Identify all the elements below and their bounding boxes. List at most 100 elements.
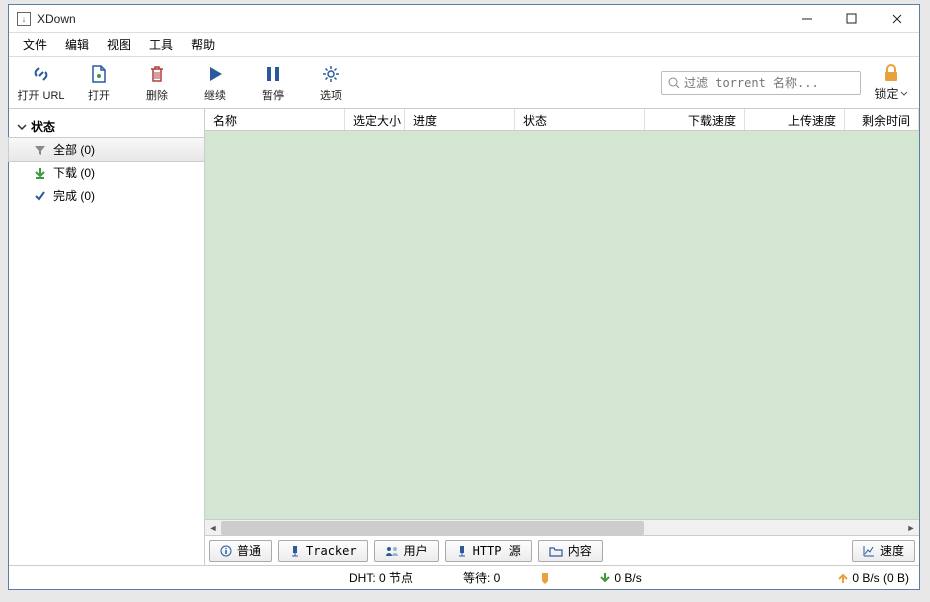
chevron-down-icon <box>17 122 27 132</box>
column-dl-speed[interactable]: 下载速度 <box>645 109 745 130</box>
sidebar-item-label: 完成 (0) <box>53 187 95 204</box>
lock-label: 锁定 <box>874 85 907 102</box>
app-icon: ↓ <box>17 12 31 26</box>
play-icon <box>206 63 224 85</box>
window-controls <box>784 5 919 33</box>
column-name[interactable]: 名称 <box>205 109 345 130</box>
download-icon <box>33 167 47 179</box>
sidebar-item-completed[interactable]: 完成 (0) <box>9 184 204 207</box>
sidebar-item-all[interactable]: 全部 (0) <box>8 137 205 162</box>
resume-label: 继续 <box>204 87 226 103</box>
filter-icon <box>33 144 47 156</box>
status-waiting: 等待: 0 <box>463 569 500 586</box>
horizontal-scrollbar[interactable]: ◄ ► <box>205 519 919 535</box>
gear-icon <box>321 63 341 85</box>
search-box[interactable] <box>661 71 861 95</box>
status-dht: DHT: 0 节点 <box>349 569 413 586</box>
sidebar-item-label: 全部 (0) <box>53 141 95 158</box>
users-icon <box>385 545 399 557</box>
column-status[interactable]: 状态 <box>515 109 645 130</box>
lock-icon <box>882 63 900 83</box>
http-icon <box>456 545 468 557</box>
search-icon <box>668 77 680 89</box>
open-url-label: 打开 URL <box>17 87 64 103</box>
options-label: 选项 <box>320 87 342 103</box>
menu-tools[interactable]: 工具 <box>141 33 181 56</box>
status-disk <box>540 571 550 585</box>
tab-http-label: HTTP 源 <box>473 542 521 559</box>
table-body[interactable] <box>205 131 919 519</box>
tab-content[interactable]: 内容 <box>538 540 603 562</box>
tab-content-label: 内容 <box>568 542 592 559</box>
content: 状态 全部 (0) 下载 (0) 完成 (0) <box>9 109 919 565</box>
delete-label: 删除 <box>146 87 168 103</box>
tab-general-label: 普通 <box>237 542 261 559</box>
toolbar: 打开 URL 打开 删除 继续 暂停 <box>9 57 919 109</box>
table-header: 名称 选定大小 进度 状态 下载速度 上传速度 剩余时间 <box>205 109 919 131</box>
trash-icon <box>148 63 166 85</box>
delete-button[interactable]: 删除 <box>133 60 181 106</box>
disk-icon <box>540 571 550 585</box>
menu-file[interactable]: 文件 <box>15 33 55 56</box>
tab-general[interactable]: 普通 <box>209 540 272 562</box>
close-icon <box>891 13 903 25</box>
pause-icon <box>264 63 282 85</box>
tab-http[interactable]: HTTP 源 <box>445 540 532 562</box>
column-ul-speed[interactable]: 上传速度 <box>745 109 845 130</box>
search-input[interactable] <box>684 76 854 90</box>
window-title: XDown <box>37 12 784 26</box>
open-url-button[interactable]: 打开 URL <box>17 60 65 106</box>
scroll-thumb[interactable] <box>221 521 644 535</box>
tab-peers-label: 用户 <box>404 542 428 559</box>
scroll-left-button[interactable]: ◄ <box>205 521 221 535</box>
lock-button[interactable]: 锁定 <box>871 60 911 106</box>
chevron-down-icon <box>900 91 908 97</box>
bottom-tabs: 普通 Tracker 用户 HTTP 源 内容 <box>205 535 919 565</box>
tab-tracker-label: Tracker <box>306 544 357 558</box>
menu-help[interactable]: 帮助 <box>183 33 223 56</box>
main-area: 名称 选定大小 进度 状态 下载速度 上传速度 剩余时间 ◄ ► 普通 <box>205 109 919 565</box>
status-download-speed: 0 B/s <box>600 571 641 585</box>
tab-peers[interactable]: 用户 <box>374 540 439 562</box>
app-window: ↓ XDown 文件 编辑 视图 工具 帮助 打开 URL <box>8 4 920 590</box>
folder-icon <box>549 545 563 557</box>
upload-arrow-icon <box>838 572 848 584</box>
sidebar-item-label: 下载 (0) <box>53 164 95 181</box>
pause-label: 暂停 <box>262 87 284 103</box>
menu-edit[interactable]: 编辑 <box>57 33 97 56</box>
statusbar: DHT: 0 节点 等待: 0 0 B/s 0 B/s (0 B) <box>9 565 919 589</box>
column-selected-size[interactable]: 选定大小 <box>345 109 405 130</box>
sidebar: 状态 全部 (0) 下载 (0) 完成 (0) <box>9 109 205 565</box>
options-button[interactable]: 选项 <box>307 60 355 106</box>
download-arrow-icon <box>600 572 610 584</box>
info-icon <box>220 545 232 557</box>
maximize-icon <box>846 13 857 24</box>
open-button[interactable]: 打开 <box>75 60 123 106</box>
pause-button[interactable]: 暂停 <box>249 60 297 106</box>
tab-speed[interactable]: 速度 <box>852 540 915 562</box>
sidebar-root-status[interactable]: 状态 <box>9 115 204 138</box>
scroll-track[interactable] <box>221 521 903 535</box>
status-upload-speed: 0 B/s (0 B) <box>838 571 909 585</box>
column-eta[interactable]: 剩余时间 <box>845 109 919 130</box>
sidebar-root-label: 状态 <box>31 118 55 135</box>
close-button[interactable] <box>874 5 919 33</box>
minimize-button[interactable] <box>784 5 829 33</box>
minimize-icon <box>801 13 813 25</box>
open-label: 打开 <box>88 87 110 103</box>
tracker-icon <box>289 545 301 557</box>
tab-speed-label: 速度 <box>880 542 904 559</box>
sidebar-item-downloading[interactable]: 下载 (0) <box>9 161 204 184</box>
menubar: 文件 编辑 视图 工具 帮助 <box>9 33 919 57</box>
scroll-right-button[interactable]: ► <box>903 521 919 535</box>
tab-tracker[interactable]: Tracker <box>278 540 368 562</box>
link-icon <box>31 63 51 85</box>
check-icon <box>33 190 47 202</box>
column-progress[interactable]: 进度 <box>405 109 515 130</box>
menu-view[interactable]: 视图 <box>99 33 139 56</box>
chart-icon <box>863 545 875 557</box>
maximize-button[interactable] <box>829 5 874 33</box>
file-icon <box>90 63 108 85</box>
resume-button[interactable]: 继续 <box>191 60 239 106</box>
titlebar: ↓ XDown <box>9 5 919 33</box>
